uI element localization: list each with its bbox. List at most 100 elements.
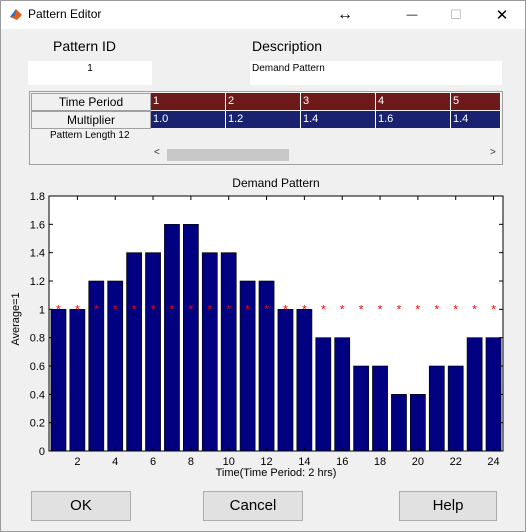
title-bar: Pattern Editor ↔ — ☐ ✕ [1,1,525,29]
bar [164,224,180,452]
multiplier-cell[interactable]: 1.4 [301,111,376,128]
help-button[interactable]: Help [399,491,497,521]
ok-button[interactable]: OK [31,491,131,521]
window-title: Pattern Editor [28,7,102,21]
bar [485,337,502,452]
x-tick-label: 22 [450,456,462,468]
bar [296,309,313,452]
y-tick-label: 1.4 [30,248,45,260]
bar [428,365,445,452]
average-marker: * [56,302,61,316]
y-tick-label: 0.2 [30,418,45,430]
bar [447,365,464,452]
bar [372,365,388,452]
time-period-header: Time Period [31,93,151,111]
y-tick-label: 0.8 [30,333,45,345]
x-tick-label: 20 [412,456,424,468]
bar [126,252,142,452]
bar [334,337,351,452]
average-marker: * [170,302,175,316]
average-marker: * [397,302,402,316]
cancel-button[interactable]: Cancel [203,491,303,521]
y-tick-label: 0 [39,446,45,458]
multiplier-header: Multiplier [31,111,151,129]
average-marker: * [378,302,383,316]
x-tick-label: 24 [487,456,499,468]
pattern-table[interactable]: Time Period Multiplier 1 2 3 4 5 1.0 1.2… [29,91,503,165]
x-tick-label: 4 [112,456,118,468]
average-marker: * [113,302,118,316]
bar [466,337,483,452]
average-marker: * [94,302,99,316]
description-label: Description [252,38,323,54]
average-marker: * [189,302,194,316]
average-marker: * [472,302,477,316]
x-tick-label: 10 [223,456,235,468]
multiplier-cell[interactable]: 1.0 [151,111,226,128]
average-marker: * [434,302,439,316]
bar [183,224,199,452]
pattern-editor-window: Pattern Editor ↔ — ☐ ✕ Pattern ID Descri… [0,0,526,532]
bar [50,309,67,452]
bar [220,252,237,452]
x-tick-label: 12 [260,456,272,468]
multiplier-cell[interactable]: 1.6 [376,111,451,128]
average-marker: * [453,302,458,316]
minimize-button[interactable]: — [395,1,429,29]
average-marker: * [321,302,326,316]
maximize-button[interactable]: ☐ [439,1,473,29]
average-marker: * [302,302,307,316]
y-axis-label: Average=1 [10,292,22,345]
pattern-id-field[interactable]: 1 [28,61,152,85]
period-cell[interactable]: 5 [451,93,501,110]
description-field[interactable]: Demand Pattern [250,61,502,85]
x-tick-label: 2 [74,456,80,468]
horizontal-scrollbar[interactable]: < > [150,147,500,161]
average-marker: * [264,302,269,316]
period-cell[interactable]: 1 [151,93,226,110]
average-marker: * [207,302,212,316]
x-tick-label: 8 [188,456,194,468]
x-tick-label: 16 [336,456,348,468]
multiplier-cell[interactable]: 1.4 [451,111,501,128]
period-cell[interactable]: 4 [376,93,451,110]
scroll-left-icon[interactable]: < [154,147,160,158]
period-cell[interactable]: 3 [301,93,376,110]
y-tick-label: 1.8 [30,191,45,203]
average-marker: * [226,302,231,316]
chart-title: Demand Pattern [232,176,319,190]
y-tick-label: 1.2 [30,276,45,288]
bar [391,394,407,452]
bar [145,252,161,452]
scroll-right-icon[interactable]: > [490,147,496,158]
multiplier-cell[interactable]: 1.2 [226,111,301,128]
x-axis-label: Time(Time Period: 2 hrs) [216,467,337,479]
demand-pattern-chart: Demand Pattern Average=1 Time(Time Perio… [10,176,504,479]
x-tick-label: 6 [150,456,156,468]
bar [410,394,426,452]
average-marker: * [151,302,156,316]
average-marker: * [416,302,421,316]
plot-area: * * * * * * * * * * * * * * * * * * * * * * * * 0 0.2 0.4 0.6 0.8 1 1.… [30,191,504,468]
y-tick-label: 1.6 [30,219,45,231]
average-marker: * [132,302,137,316]
bar [69,309,86,452]
average-marker: * [340,302,345,316]
average-marker: * [491,302,496,316]
average-marker: * [283,302,288,316]
x-tick-label: 14 [298,456,310,468]
period-cell[interactable]: 2 [226,93,301,110]
average-marker: * [359,302,364,316]
matlab-icon [10,9,22,20]
y-tick-label: 0.4 [30,389,45,401]
x-tick-label: 18 [374,456,386,468]
y-tick-label: 0.6 [30,361,45,373]
y-tick-label: 1 [39,304,45,316]
bar [353,365,369,452]
close-button[interactable]: ✕ [485,1,519,29]
pattern-length-label: Pattern Length 12 [50,130,130,141]
bar [315,337,332,452]
bar [277,309,294,452]
scrollbar-thumb[interactable] [167,149,289,161]
move-icon[interactable]: ↔ [328,1,362,29]
